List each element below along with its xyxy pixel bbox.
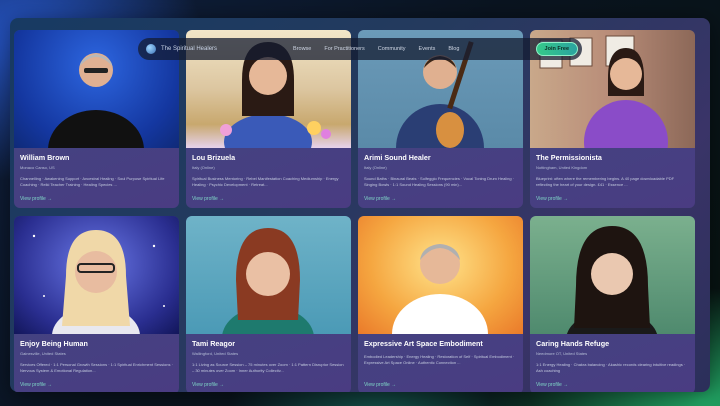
practitioner-card[interactable]: Enjoy Being Human Gainesville, United St…	[14, 216, 179, 392]
practitioner-location: Italy (Online)	[192, 165, 215, 170]
practitioner-services: Spiritual Business Mentoring · Rebel Man…	[192, 176, 339, 187]
view-profile-link[interactable]: View profile →	[364, 382, 396, 388]
practitioner-card[interactable]: Expressive Art Space Embodiment Embodied…	[358, 216, 523, 392]
brand[interactable]: The Spiritual Healers	[146, 44, 217, 54]
practitioner-photo	[530, 216, 695, 334]
view-profile-link[interactable]: View profile →	[364, 196, 396, 202]
nav-link-blog[interactable]: Blog	[448, 46, 459, 52]
nav-link-community[interactable]: Community	[378, 46, 406, 52]
practitioner-services: Sound Baths · Binaural Beats · Solfeggio…	[364, 176, 515, 187]
nav-links: Browse For Practitioners Community Event…	[293, 46, 459, 52]
view-profile-link[interactable]: View profile →	[192, 196, 224, 202]
practitioner-photo	[14, 216, 179, 334]
practitioner-services: Blueprint: often where the remembering b…	[536, 176, 675, 187]
practitioner-name: Enjoy Being Human	[20, 339, 88, 348]
practitioner-card[interactable]: Tami Reagor Wallingford, United States 1…	[186, 216, 351, 392]
practitioner-location: Monaco Canso, US	[20, 165, 55, 170]
view-profile-link[interactable]: View profile →	[536, 196, 568, 202]
practitioner-name: William Brown	[20, 153, 70, 162]
brand-name: The Spiritual Healers	[161, 46, 218, 52]
practitioner-location: Italy (Online)	[364, 165, 387, 170]
practitioner-name: Tami Reagor	[192, 339, 236, 348]
practitioner-name: Caring Hands Refuge	[536, 339, 610, 348]
nav-link-browse[interactable]: Browse	[293, 46, 311, 52]
nav-link-events[interactable]: Events	[419, 46, 436, 52]
view-profile-link[interactable]: View profile →	[20, 382, 52, 388]
top-navigation-bar: The Spiritual Healers Browse For Practit…	[138, 38, 582, 60]
join-free-button[interactable]: Join Free	[535, 42, 578, 56]
practitioner-photo	[186, 216, 351, 334]
practitioner-name: Arimi Sound Healer	[364, 153, 431, 162]
view-profile-link[interactable]: View profile →	[192, 382, 224, 388]
brand-logo-icon	[146, 44, 156, 54]
practitioner-location: Needmore OT, United States	[536, 351, 588, 356]
practitioner-services: Services Offered · 1:1 Personal Growth S…	[20, 362, 173, 373]
practitioner-services: Embodied Leadership · Energy Healing · R…	[364, 354, 515, 365]
practitioner-name: The Permissionista	[536, 153, 602, 162]
practitioner-photo	[358, 216, 523, 334]
practitioner-location: Nottingham, United Kingdom	[536, 165, 588, 170]
practitioner-directory-window: The Spiritual Healers Browse For Practit…	[10, 18, 710, 392]
view-profile-link[interactable]: View profile →	[20, 196, 52, 202]
practitioner-location: Gainesville, United States	[20, 351, 66, 356]
practitioner-location: Wallingford, United States	[192, 351, 239, 356]
practitioner-name: Lou Brizuela	[192, 153, 236, 162]
nav-link-for-practitioners[interactable]: For Practitioners	[324, 46, 364, 52]
practitioner-card[interactable]: Caring Hands Refuge Needmore OT, United …	[530, 216, 695, 392]
practitioner-services: 1:1 Living as Source Session – 75 minute…	[192, 362, 344, 373]
practitioner-services: 1:1 Energy Healing · Chakra balancing · …	[536, 362, 686, 373]
view-profile-link[interactable]: View profile →	[536, 382, 568, 388]
practitioner-name: Expressive Art Space Embodiment	[364, 339, 483, 348]
practitioner-services: Channelling · Awakening Support · Ancest…	[20, 176, 165, 187]
